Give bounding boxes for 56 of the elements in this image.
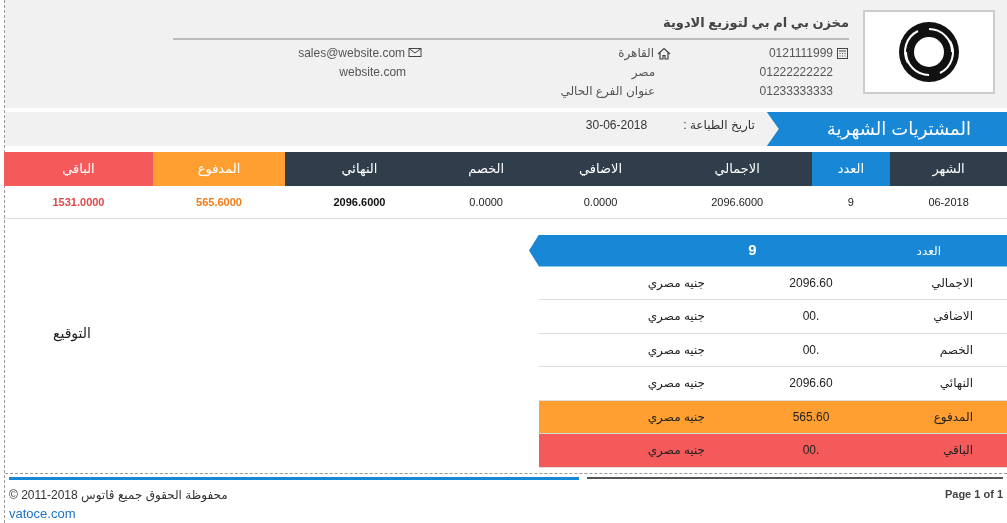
column-header: الاجمالي <box>662 152 812 186</box>
summary-label: الاضافي <box>932 308 974 326</box>
summary-label: الباقي <box>942 442 974 460</box>
table-cell: 2096.6000 <box>285 186 434 218</box>
table-cell: 1531.0000 <box>4 186 153 218</box>
currency-label: جنيه مصري <box>647 408 705 426</box>
currency-label: جنيه مصري <box>647 274 705 292</box>
column-header: الخصم <box>433 152 539 186</box>
summary-value: 2096.60 <box>788 274 834 292</box>
summary-header-label: العدد <box>916 242 941 260</box>
summary-value: .00 <box>801 308 821 326</box>
website-link[interactable]: vatoce.com <box>9 505 76 521</box>
summary-value: 565.60 <box>791 408 831 426</box>
contact-web: sales@website.com <box>298 44 406 62</box>
address-line: مصر <box>631 63 656 81</box>
table-cell: 06-2018 <box>890 186 1007 218</box>
table-cell: 2096.6000 <box>662 186 812 218</box>
print-date-label: تاريخ الطباعة : <box>683 117 755 134</box>
table-cell: 9 <box>811 186 891 218</box>
address-line: القاهرة <box>618 44 655 63</box>
summary-label: النهائي <box>938 375 974 393</box>
phone-number: 01222222222 <box>759 63 833 81</box>
calculator-icon <box>836 46 849 60</box>
house-icon <box>657 46 672 60</box>
summary-value: 2096.60 <box>788 375 834 393</box>
currency-label: جنيه مصري <box>647 341 705 359</box>
summary-label: المدفوع <box>932 408 974 426</box>
phone-number: 01233333333 <box>759 82 833 100</box>
company-name: مخزن بي ام بي لتوزيع الادوية <box>173 10 849 40</box>
page-number: Page 1 of 1 <box>944 486 1003 502</box>
summary-value: .00 <box>801 442 821 460</box>
signature-label: التوقيع <box>52 324 92 344</box>
currency-label: جنيه مصري <box>647 375 705 393</box>
table-cell: 0.0000 <box>538 186 663 218</box>
column-header: النهائي <box>285 152 434 186</box>
column-header: المدفوع <box>152 152 286 186</box>
address-line: عنوان الفرع الحالي <box>560 82 656 100</box>
column-header: الاضافي <box>538 152 663 186</box>
summary-header-value: 9 <box>748 240 757 261</box>
currency-label: جنيه مصري <box>647 442 705 460</box>
currency-label: جنيه مصري <box>647 308 705 326</box>
logo-icon <box>896 19 962 85</box>
report-title: المشتريات الشهرية <box>766 112 1007 146</box>
envelope-icon <box>408 47 423 59</box>
contact-web: website.com <box>339 63 407 81</box>
column-header: الشهر <box>890 152 1007 186</box>
print-date: 30-06-2018 <box>585 117 648 134</box>
summary-label: الخصم <box>938 341 974 359</box>
column-header: العدد <box>811 152 891 186</box>
column-header: الباقي <box>4 152 153 186</box>
summary-label: الاجمالي <box>930 274 974 292</box>
table-cell: 0.0000 <box>433 186 539 218</box>
phone-number: 0121111999 <box>768 44 833 62</box>
copyright-text: © 2011-2018 محفوظة الحقوق جميع ڤاتوس <box>9 486 228 504</box>
summary-value: .00 <box>801 341 821 359</box>
table-cell: 565.6000 <box>152 186 286 218</box>
